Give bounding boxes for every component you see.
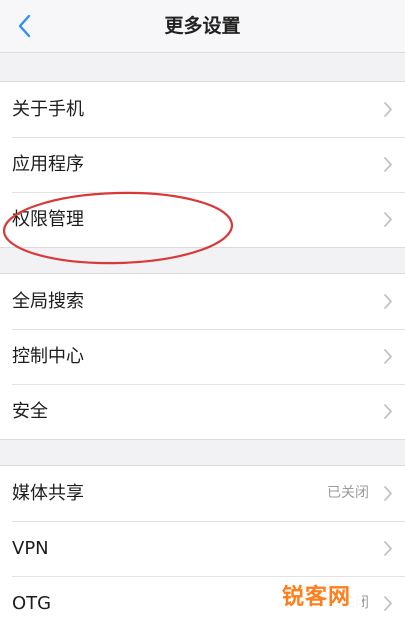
more-settings-screen: 更多设置 关于手机 应用程序 权限管理 全局搜索 控制中心 安全 媒体共享 已关… bbox=[0, 0, 405, 627]
chevron-right-icon bbox=[384, 349, 392, 364]
settings-group-device: 关于手机 应用程序 权限管理 bbox=[0, 81, 405, 248]
chevron-right-icon bbox=[384, 486, 392, 501]
settings-item-label: 媒体共享 bbox=[12, 483, 84, 504]
settings-item-label: 关于手机 bbox=[12, 99, 84, 120]
settings-item-label: OTG bbox=[12, 593, 52, 614]
chevron-right-icon bbox=[384, 157, 392, 172]
settings-item-global-search[interactable]: 全局搜索 bbox=[0, 274, 405, 329]
watermark-logo: 锐客网 bbox=[282, 582, 362, 614]
settings-item-label: 权限管理 bbox=[12, 209, 84, 230]
settings-item-label: 应用程序 bbox=[12, 154, 84, 175]
settings-item-label: VPN bbox=[12, 538, 49, 559]
settings-item-status: 已关闭 bbox=[327, 485, 369, 501]
chevron-right-icon bbox=[384, 404, 392, 419]
settings-item-media-share[interactable]: 媒体共享 已关闭 bbox=[0, 466, 405, 521]
chevron-right-icon bbox=[384, 294, 392, 309]
settings-group-system: 全局搜索 控制中心 安全 bbox=[0, 273, 405, 440]
settings-item-label: 控制中心 bbox=[12, 346, 84, 367]
settings-item-control-center[interactable]: 控制中心 bbox=[0, 329, 405, 384]
settings-item-label: 安全 bbox=[12, 401, 48, 422]
chevron-right-icon bbox=[384, 541, 392, 556]
chevron-right-icon bbox=[384, 102, 392, 117]
settings-item-about-phone[interactable]: 关于手机 bbox=[0, 82, 405, 137]
settings-item-vpn[interactable]: VPN bbox=[0, 521, 405, 576]
settings-item-permissions[interactable]: 权限管理 bbox=[0, 192, 405, 247]
chevron-right-icon bbox=[384, 212, 392, 227]
settings-item-security[interactable]: 安全 bbox=[0, 384, 405, 439]
settings-item-apps[interactable]: 应用程序 bbox=[0, 137, 405, 192]
nav-bar: 更多设置 bbox=[0, 0, 405, 53]
settings-item-label: 全局搜索 bbox=[12, 291, 84, 312]
chevron-right-icon bbox=[384, 596, 392, 611]
page-title: 更多设置 bbox=[164, 15, 241, 37]
